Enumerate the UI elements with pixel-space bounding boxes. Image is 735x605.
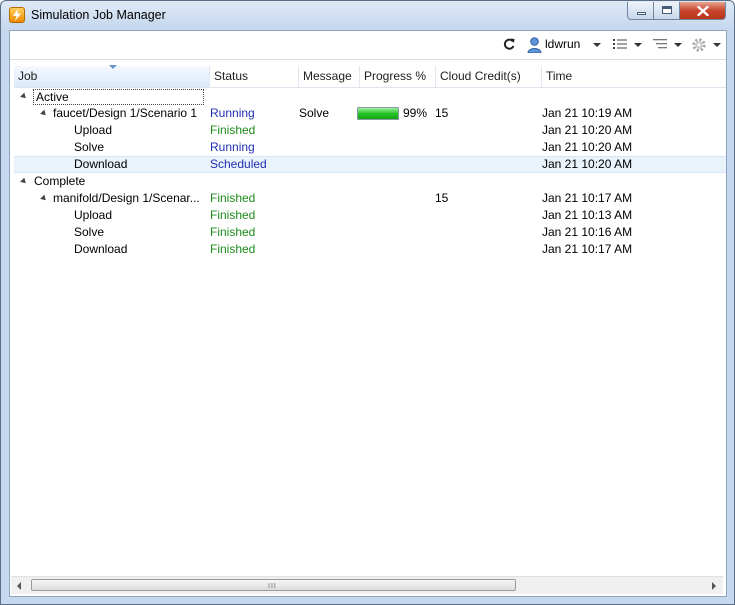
minimize-icon [637, 12, 646, 15]
group-label: Active [33, 89, 204, 105]
tree-view-icon [653, 39, 667, 49]
scrollbar-grip: III [268, 583, 277, 590]
progress-fill [358, 108, 398, 119]
job-row[interactable]: faucet/Design 1/Scenario 1 Running Solve… [14, 105, 726, 122]
status-label: Running [210, 106, 255, 120]
column-header-job[interactable]: Job [14, 65, 210, 87]
chevron-down-icon [674, 43, 682, 47]
job-name: manifold/Design 1/Scenar... [53, 191, 200, 205]
column-header-status[interactable]: Status [210, 66, 299, 87]
user-icon [527, 37, 542, 53]
column-header-label: Status [214, 69, 249, 83]
time-value: Jan 21 10:20 AM [542, 140, 633, 154]
window-title: Simulation Job Manager [31, 8, 166, 22]
task-name: Solve [74, 140, 105, 154]
progress-label: 99% [403, 106, 428, 120]
app-logo-icon [9, 7, 25, 23]
time-value: Jan 21 10:17 AM [542, 191, 633, 205]
list-view-button[interactable] [613, 37, 643, 53]
column-header-label: Job [18, 69, 38, 83]
task-row[interactable]: Solve Finished Jan 21 10:16 AM [14, 224, 726, 241]
group-row-complete[interactable]: Complete [14, 173, 726, 190]
gear-icon [692, 38, 706, 52]
minimize-button[interactable] [627, 2, 654, 20]
toolbar: ldwrun [10, 31, 726, 60]
status-label: Finished [210, 242, 256, 256]
maximize-button[interactable] [654, 2, 680, 20]
message-label: Solve [299, 106, 330, 120]
chevron-down-icon [634, 43, 642, 47]
time-value: Jan 21 10:20 AM [542, 157, 633, 171]
close-button[interactable] [680, 2, 726, 20]
title-bar[interactable]: Simulation Job Manager [1, 1, 734, 29]
username-label: ldwrun [545, 37, 581, 51]
expand-arrow-icon[interactable] [20, 177, 28, 186]
time-value: Jan 21 10:16 AM [542, 225, 633, 239]
horizontal-scrollbar[interactable]: III [11, 576, 723, 594]
task-name: Solve [74, 225, 105, 239]
status-label: Finished [210, 191, 256, 205]
status-label: Running [210, 140, 255, 154]
scroll-left-icon[interactable] [17, 582, 21, 590]
credits-value: 15 [435, 106, 449, 120]
credits-value: 15 [435, 191, 449, 205]
chevron-down-icon [593, 43, 601, 47]
task-name: Upload [74, 123, 113, 137]
column-header-label: Progress % [364, 69, 427, 83]
group-label: Complete [34, 174, 86, 188]
column-header-time[interactable]: Time [542, 66, 726, 87]
scrollbar-thumb[interactable]: III [31, 579, 516, 591]
list-view-icon [613, 39, 627, 49]
task-row[interactable]: Solve Running Jan 21 10:20 AM [14, 139, 726, 156]
refresh-icon [503, 38, 515, 50]
task-name: Download [74, 242, 128, 256]
close-icon [697, 6, 709, 16]
sort-indicator-icon [109, 65, 117, 69]
task-name: Upload [74, 208, 113, 222]
job-row[interactable]: manifold/Design 1/Scenar... Finished 15 … [14, 190, 726, 207]
group-row-active[interactable]: Active [14, 88, 726, 105]
job-tree: Active faucet/Design 1/Scenario 1 Runnin… [14, 88, 726, 258]
time-value: Jan 21 10:17 AM [542, 242, 633, 256]
expand-arrow-icon[interactable] [40, 194, 48, 203]
table-header: Job Status Message Progress % Cloud Cred… [14, 65, 726, 88]
settings-button[interactable] [691, 37, 723, 53]
application-window: Simulation Job Manager ldwrun Job Status… [0, 0, 735, 605]
task-name: Download [74, 157, 128, 171]
status-label: Scheduled [210, 157, 267, 171]
refresh-button[interactable] [502, 37, 516, 53]
time-value: Jan 21 10:19 AM [542, 106, 633, 120]
time-value: Jan 21 10:20 AM [542, 123, 633, 137]
column-header-progress[interactable]: Progress % [360, 66, 436, 87]
status-label: Finished [210, 208, 256, 222]
column-header-message[interactable]: Message [299, 66, 360, 87]
user-menu[interactable]: ldwrun [527, 37, 602, 53]
column-header-label: Time [546, 69, 573, 83]
time-value: Jan 21 10:13 AM [542, 208, 633, 222]
column-header-label: Cloud Credit(s) [440, 69, 521, 83]
task-row[interactable]: Upload Finished Jan 21 10:13 AM [14, 207, 726, 224]
status-label: Finished [210, 225, 256, 239]
progress-bar [357, 107, 399, 120]
task-row-selected[interactable]: Download Scheduled Jan 21 10:20 AM [14, 156, 726, 173]
status-label: Finished [210, 123, 256, 137]
task-row[interactable]: Download Finished Jan 21 10:17 AM [14, 241, 726, 258]
chevron-down-icon [713, 43, 721, 47]
task-row[interactable]: Upload Finished Jan 21 10:20 AM [14, 122, 726, 139]
expand-arrow-icon[interactable] [40, 109, 48, 118]
tree-view-button[interactable] [653, 37, 683, 53]
scroll-right-icon[interactable] [712, 582, 716, 590]
column-header-label: Message [303, 69, 352, 83]
job-name: faucet/Design 1/Scenario 1 [53, 106, 198, 120]
maximize-icon [662, 6, 672, 14]
expand-arrow-icon[interactable] [20, 92, 28, 101]
column-header-cloud-credits[interactable]: Cloud Credit(s) [436, 66, 542, 87]
job-manager-panel: ldwrun Job Status Message Progress % Clo… [9, 30, 727, 597]
